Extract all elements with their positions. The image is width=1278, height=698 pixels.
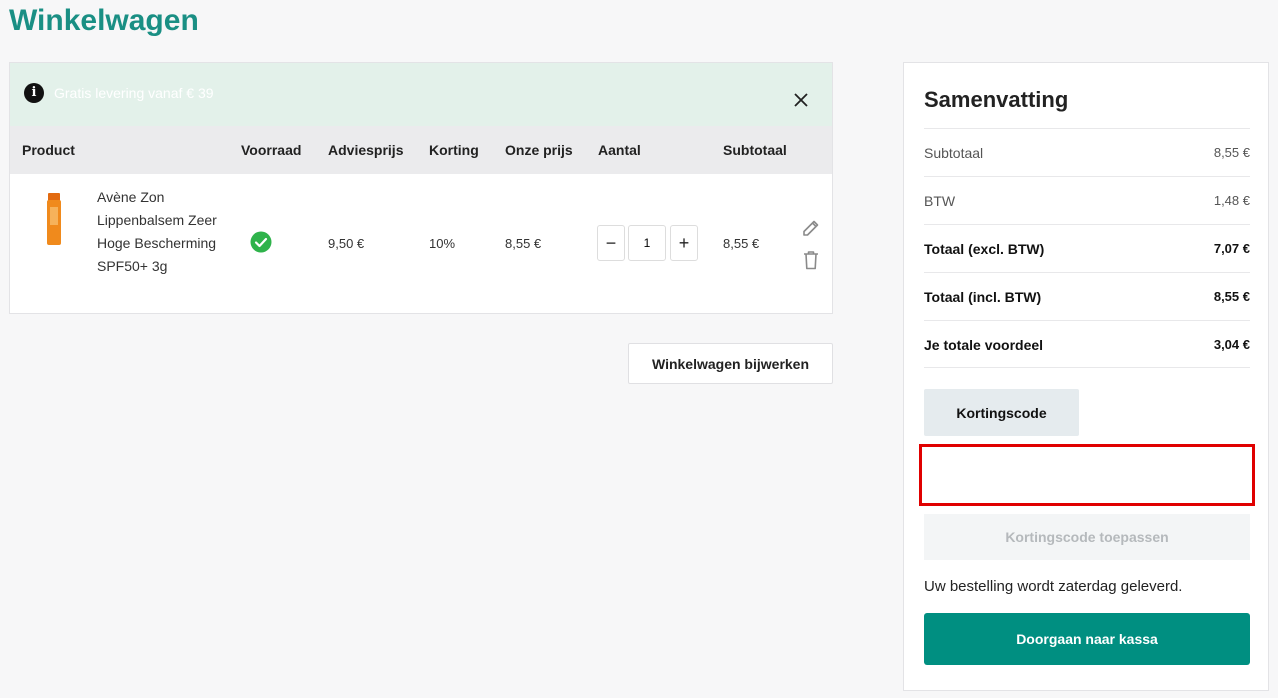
summary-label: Totaal (incl. BTW)	[924, 289, 1042, 305]
summary-value: 8,55 €	[1213, 289, 1250, 304]
close-icon[interactable]	[792, 91, 810, 109]
table-header: Product Voorraad Adviesprijs Korting Onz…	[10, 126, 832, 174]
header-discount: Korting	[429, 142, 479, 158]
summary-row-total-incl: Totaal (incl. BTW) 8,55 €	[924, 272, 1250, 320]
pencil-icon[interactable]	[801, 218, 821, 238]
quantity-input[interactable]	[628, 225, 666, 261]
header-quantity: Aantal	[598, 142, 641, 158]
summary-label: Totaal (excl. BTW)	[924, 241, 1045, 257]
header-product: Product	[22, 142, 75, 158]
free-delivery-notice: i Gratis levering vanaf € 39	[10, 63, 832, 126]
quantity-increase-button[interactable]: +	[670, 225, 698, 261]
summary-value: 7,07 €	[1213, 241, 1250, 256]
apply-coupon-button[interactable]: Kortingscode toepassen	[924, 514, 1250, 560]
table-row: Avène Zon Lippenbalsem Zeer Hoge Bescher…	[10, 174, 832, 314]
page-title: Winkelwagen	[9, 4, 199, 37]
summary-value: 1,48 €	[1213, 193, 1250, 208]
summary-title: Samenvatting	[924, 87, 1069, 112]
notice-text: Gratis levering vanaf € 39	[54, 85, 214, 101]
summary-label: BTW	[924, 193, 956, 209]
quantity-decrease-button[interactable]: −	[597, 225, 625, 261]
delivery-info: Uw bestelling wordt zaterdag geleverd.	[924, 578, 1183, 595]
summary-row-vat: BTW 1,48 €	[924, 176, 1250, 224]
row-subtotal: 8,55 €	[723, 236, 760, 251]
header-our-price: Onze prijs	[505, 142, 573, 158]
summary-label: Je totale voordeel	[924, 337, 1044, 353]
trash-icon[interactable]	[802, 250, 820, 270]
list-price: 9,50 €	[328, 236, 365, 251]
summary-value: 3,04 €	[1213, 337, 1250, 352]
coupon-code-input[interactable]	[919, 444, 1255, 506]
check-circle-icon	[250, 231, 272, 253]
summary-row-subtotal: Subtotaal 8,55 €	[924, 128, 1250, 176]
summary-row-total-excl: Totaal (excl. BTW) 7,07 €	[924, 224, 1250, 272]
info-icon: i	[24, 83, 44, 103]
header-stock: Voorraad	[241, 142, 302, 158]
header-list-price: Adviesprijs	[328, 142, 404, 158]
discount: 10%	[429, 236, 456, 251]
summary-row-savings: Je totale voordeel 3,04 €	[924, 320, 1250, 368]
product-name-link[interactable]: Avène Zon Lippenbalsem Zeer Hoge Bescher…	[97, 186, 217, 278]
coupon-toggle-button[interactable]: Kortingscode	[924, 389, 1079, 436]
summary-panel: Samenvatting Subtotaal 8,55 € BTW 1,48 €…	[903, 62, 1269, 691]
checkout-button[interactable]: Doorgaan naar kassa	[924, 613, 1250, 665]
summary-label: Subtotaal	[924, 145, 984, 161]
header-subtotal: Subtotaal	[723, 142, 787, 158]
update-cart-button[interactable]: Winkelwagen bijwerken	[628, 343, 833, 384]
summary-value: 8,55 €	[1213, 145, 1250, 160]
our-price: 8,55 €	[505, 236, 542, 251]
cart-panel: i Gratis levering vanaf € 39 Product Voo…	[9, 62, 833, 314]
product-image[interactable]	[46, 193, 62, 245]
